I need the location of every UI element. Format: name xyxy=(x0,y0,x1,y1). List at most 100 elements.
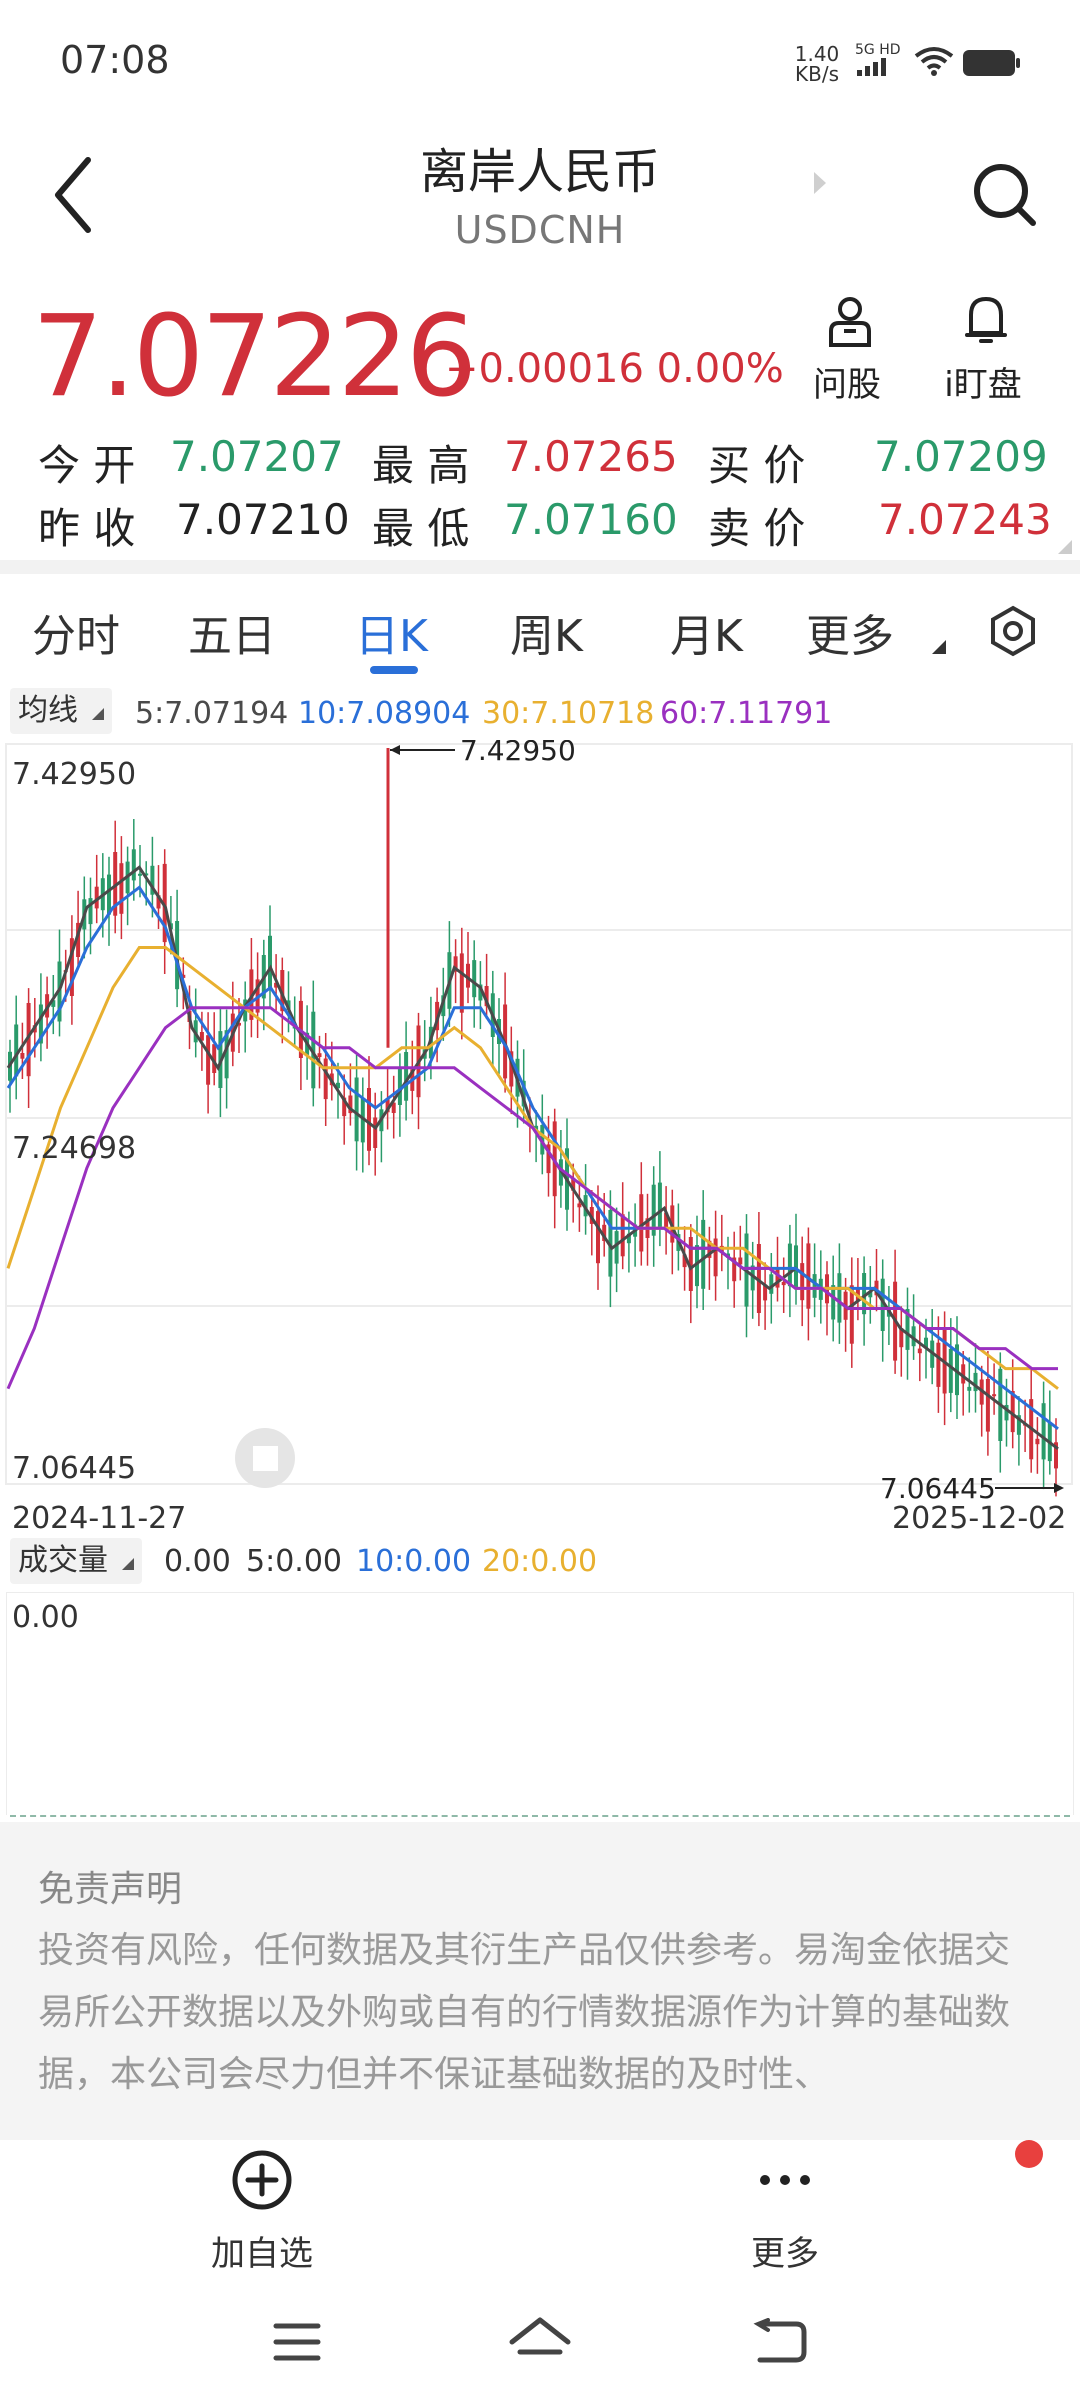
candles-group xyxy=(8,748,1058,1497)
ma30-value: 30:7.10718 xyxy=(482,696,655,731)
ask-value: 7.07243 xyxy=(878,495,1052,544)
candle-body xyxy=(620,1214,625,1257)
prev-close-label: 昨 收 xyxy=(38,504,136,553)
bell-icon xyxy=(965,296,1007,343)
ma5-line xyxy=(6,865,1059,1450)
high-label: 最 高 xyxy=(372,441,470,490)
stats-row-2: 昨 收 7.07210 最 低 7.07160 卖 价 7.07243 xyxy=(38,495,1052,555)
kline-chart[interactable]: 7.42950 7.24698 7.06445 7.42950 7.06445 … xyxy=(0,740,1080,1540)
candle-body xyxy=(781,1281,786,1286)
tab-more[interactable]: 更多 xyxy=(806,600,946,664)
tab-weekly-k[interactable]: 周K xyxy=(510,600,583,664)
candle-body xyxy=(20,1053,25,1059)
ma10-value: 10:7.08904 xyxy=(298,696,471,731)
watch-button[interactable]: i盯盘 xyxy=(928,295,1038,405)
ma-lines-group xyxy=(6,865,1059,1450)
low-value: 7.07160 xyxy=(504,495,678,544)
back-nav-icon[interactable] xyxy=(752,2318,808,2366)
advisor-icon xyxy=(829,297,871,347)
candle-body xyxy=(119,863,124,914)
signal-icon xyxy=(857,58,886,76)
ask-label: 卖 价 xyxy=(708,504,806,553)
candle-body xyxy=(701,1219,706,1289)
more-label: 更多 xyxy=(751,2234,819,2274)
home-icon[interactable] xyxy=(508,2316,572,2368)
notification-dot xyxy=(1015,2140,1043,2168)
candle-body xyxy=(459,953,464,1013)
watch-label: i盯盘 xyxy=(944,365,1022,405)
page-title: 离岸人民币 xyxy=(419,144,660,200)
x-axis-start-label: 2024-11-27 xyxy=(12,1501,186,1536)
candle-body xyxy=(206,1035,211,1085)
candle-body xyxy=(1041,1403,1046,1460)
ask-stock-button[interactable]: 问股 xyxy=(792,295,902,405)
candle-body xyxy=(1035,1438,1040,1445)
system-nav-bar xyxy=(0,2290,1080,2408)
tab-daily-k[interactable]: 日K xyxy=(355,600,428,664)
max-marker-arrow xyxy=(390,745,400,755)
network-type: 5G HD xyxy=(855,42,901,58)
candle-body xyxy=(800,1263,805,1301)
volume-legend: 成交量 0.00 5:0.00 10:0.00 20:0.00 xyxy=(0,1538,1080,1588)
ma30-line xyxy=(6,946,1059,1390)
tab-more-label: 更多 xyxy=(806,611,894,662)
volume-selector[interactable]: 成交量 xyxy=(10,1538,142,1584)
candle-body xyxy=(794,1245,798,1289)
status-time: 07:08 xyxy=(60,38,170,82)
ma-selector[interactable]: 均线 xyxy=(10,688,112,734)
wifi-icon xyxy=(914,47,954,76)
candle-body xyxy=(131,849,136,881)
candle-body xyxy=(831,1285,836,1320)
max-marker-label: 7.42950 xyxy=(460,740,576,767)
ma-legend: 均线 5:7.07194 10:7.08904 30:7.10718 60:7.… xyxy=(0,688,1080,738)
settings-icon[interactable] xyxy=(986,604,1040,658)
tab-intraday[interactable]: 分时 xyxy=(32,600,120,664)
section-divider xyxy=(0,560,1080,574)
candle-body xyxy=(404,1052,409,1101)
candle-body xyxy=(985,1379,990,1432)
search-icon[interactable] xyxy=(965,155,1045,235)
volume-chart xyxy=(6,1592,1074,1815)
candle-body xyxy=(107,874,111,915)
prev-close-value: 7.07210 xyxy=(176,495,350,544)
candle-body xyxy=(268,935,272,989)
open-value: 7.07207 xyxy=(170,432,344,481)
next-arrow-icon[interactable] xyxy=(810,168,830,198)
bid-label: 买 价 xyxy=(708,441,806,490)
active-tab-indicator xyxy=(370,666,418,674)
volume-ma20: 20:0.00 xyxy=(482,1544,598,1579)
network-speed: 1.40 KB/s xyxy=(792,44,842,84)
period-tabs: 分时 五日 日K 周K 月K 更多 xyxy=(0,590,1080,680)
low-label: 最 低 xyxy=(372,504,470,553)
candle-body xyxy=(596,1211,600,1264)
ma-selector-label: 均线 xyxy=(18,693,78,728)
battery-icon xyxy=(963,50,1020,76)
add-circle-icon xyxy=(232,2150,292,2210)
volume-selector-label: 成交量 xyxy=(18,1543,108,1578)
y-axis-max-label: 7.42950 xyxy=(12,757,136,792)
disclaimer-title: 免责声明 xyxy=(38,1869,183,1910)
menu-icon[interactable] xyxy=(272,2320,322,2364)
ma60-value: 60:7.11791 xyxy=(660,696,833,731)
candle-body xyxy=(354,1077,359,1142)
tab-monthly-k[interactable]: 月K xyxy=(670,600,743,664)
volume-axis-label: 0.00 xyxy=(12,1600,79,1635)
bottom-action-bar: 加自选 更多 xyxy=(0,2140,1080,2280)
high-value: 7.07265 xyxy=(504,432,678,481)
dropdown-triangle-icon xyxy=(932,640,946,654)
candle-body xyxy=(323,1058,328,1100)
volume-value: 0.00 xyxy=(164,1544,231,1579)
page-subtitle: USDCNH xyxy=(454,208,626,252)
stats-row-1: 今 开 7.07207 最 高 7.07265 买 价 7.07209 xyxy=(38,432,1048,492)
tab-five-day[interactable]: 五日 xyxy=(188,600,276,664)
candle-body xyxy=(317,1053,322,1057)
disclaimer-text: 投资有风险，任何数据及其衍生产品仅供参考。易淘金依据交易所公开数据以及外购或自有… xyxy=(38,1930,1011,2095)
dropdown-triangle-icon xyxy=(91,708,104,720)
candle-body xyxy=(948,1348,953,1393)
candle-body xyxy=(472,960,477,998)
ma5-value: 5:7.07194 xyxy=(135,696,289,731)
watermark-logo-icon xyxy=(253,1446,278,1471)
network-speed-value: 1.40 xyxy=(794,42,840,66)
current-price: 7.07226 xyxy=(32,292,477,422)
corner-triangle-icon xyxy=(1058,540,1072,554)
